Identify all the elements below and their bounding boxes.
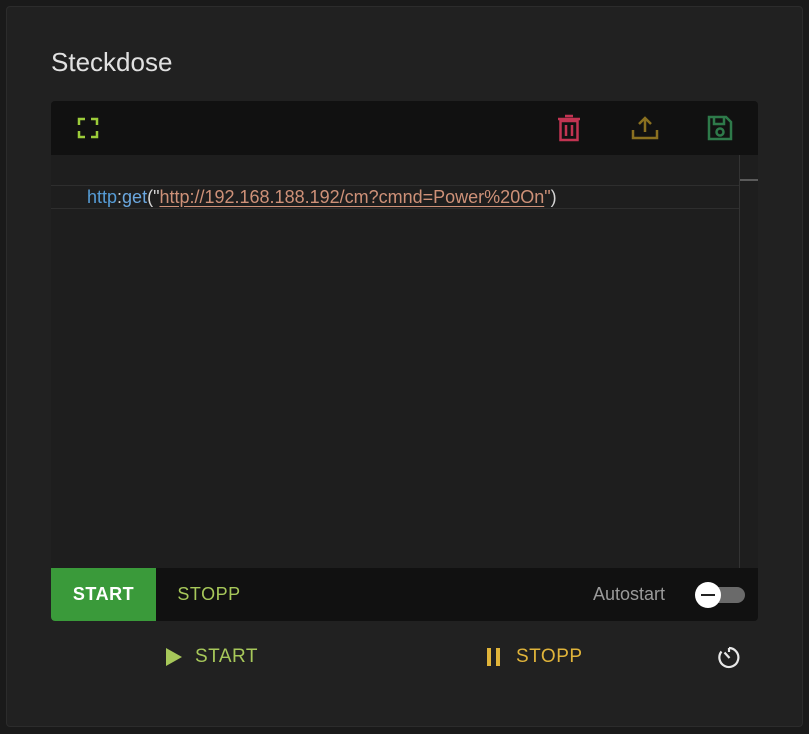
upload-button[interactable]: [629, 112, 661, 144]
timer-icon: [718, 646, 740, 669]
play-icon: [166, 648, 182, 666]
run-start-label: START: [195, 646, 259, 667]
code-namespace: http: [87, 187, 118, 207]
code-line-1[interactable]: http:get("http://192.168.188.192/cm?cmnd…: [87, 186, 557, 208]
start-button[interactable]: START: [51, 568, 156, 621]
editor-toolbar: [51, 101, 758, 155]
run-stopp-button[interactable]: STOPP: [487, 641, 583, 673]
code-open: (": [147, 187, 160, 207]
fullscreen-icon: [77, 117, 99, 139]
trash-icon: [558, 114, 580, 142]
toggle-off-icon: [701, 594, 715, 596]
run-stopp-label: STOPP: [516, 646, 583, 667]
timer-button[interactable]: [717, 645, 741, 669]
editor-footer: START STOPP Autostart: [51, 568, 758, 621]
vertical-scrollbar[interactable]: [739, 155, 758, 568]
upload-icon: [631, 116, 659, 140]
save-button[interactable]: [704, 112, 736, 144]
run-start-button[interactable]: START: [165, 641, 258, 673]
toggle-knob[interactable]: [695, 582, 721, 608]
scrollbar-thumb[interactable]: [740, 179, 758, 181]
code-url: http://192.168.188.192/cm?cmnd=Power%20O…: [159, 187, 545, 207]
pause-icon: [487, 648, 500, 666]
floppy-save-icon: [707, 115, 733, 141]
stopp-button[interactable]: STOPP: [159, 568, 259, 621]
card-title: Steckdose: [51, 47, 173, 77]
script-editor: http:get("http://192.168.188.192/cm?cmnd…: [51, 101, 758, 621]
delete-button[interactable]: [553, 112, 585, 144]
code-area[interactable]: http:get("http://192.168.188.192/cm?cmnd…: [51, 155, 758, 568]
code-function: get: [122, 187, 148, 207]
autostart-toggle[interactable]: [695, 582, 745, 608]
code-close-paren: ): [550, 187, 557, 207]
autostart-label: Autostart: [593, 584, 666, 604]
fullscreen-button[interactable]: [72, 112, 104, 144]
